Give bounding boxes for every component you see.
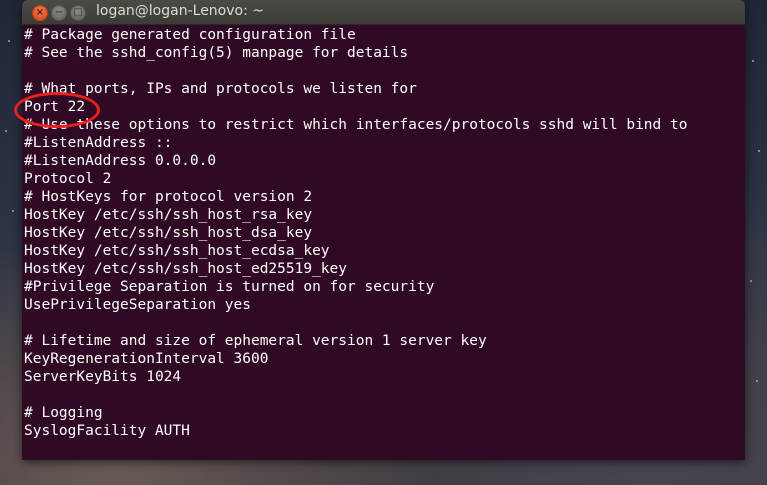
wallpaper-star — [756, 380, 758, 382]
terminal-line: Protocol 2 — [24, 171, 112, 187]
terminal-line: # Logging — [24, 405, 103, 421]
wallpaper-star — [750, 280, 752, 282]
terminal-line: # See the sshd_config(5) manpage for det… — [24, 45, 409, 61]
window-title: logan@logan-Lenovo: ~ — [96, 3, 264, 19]
terminal-line: HostKey /etc/ssh/ssh_host_ed25519_key — [24, 261, 348, 277]
window-titlebar[interactable]: × − □ logan@logan-Lenovo: ~ — [22, 0, 745, 25]
terminal-line: HostKey /etc/ssh/ssh_host_ecdsa_key — [24, 243, 330, 259]
close-icon: × — [35, 7, 45, 18]
wallpaper-star — [758, 150, 760, 152]
terminal-line: # HostKeys for protocol version 2 — [24, 189, 313, 205]
close-button[interactable]: × — [32, 5, 48, 21]
wallpaper-star — [5, 130, 7, 132]
terminal-window[interactable]: × − □ logan@logan-Lenovo: ~ # Package ge… — [22, 0, 745, 460]
terminal-line: HostKey /etc/ssh/ssh_host_dsa_key — [24, 225, 313, 241]
terminal-line: #ListenAddress 0.0.0.0 — [24, 153, 217, 169]
terminal-line: #Privilege Separation is turned on for s… — [24, 279, 435, 295]
minimize-button[interactable]: − — [51, 5, 67, 21]
wallpaper-star — [12, 210, 14, 212]
minimize-icon: − — [54, 7, 64, 18]
wallpaper-star — [752, 60, 754, 62]
terminal-line: HostKey /etc/ssh/ssh_host_rsa_key — [24, 207, 313, 223]
terminal-line: #ListenAddress :: — [24, 135, 173, 151]
terminal-line: # Use these options to restrict which in… — [24, 117, 688, 133]
wallpaper-star — [8, 40, 10, 42]
terminal-line: # Package generated configuration file — [24, 27, 356, 43]
maximize-icon: □ — [73, 7, 83, 18]
maximize-button[interactable]: □ — [70, 5, 86, 21]
terminal-line: UsePrivilegeSeparation yes — [24, 297, 251, 313]
terminal-line: KeyRegenerationInterval 3600 — [24, 351, 269, 367]
terminal-line: # Lifetime and size of ephemeral version… — [24, 333, 487, 349]
terminal-line: ServerKeyBits 1024 — [24, 369, 182, 385]
terminal-line: SyslogFacility AUTH — [24, 423, 190, 439]
terminal-content[interactable]: # Package generated configuration file #… — [24, 26, 743, 458]
port-annotation-circle — [14, 92, 100, 128]
